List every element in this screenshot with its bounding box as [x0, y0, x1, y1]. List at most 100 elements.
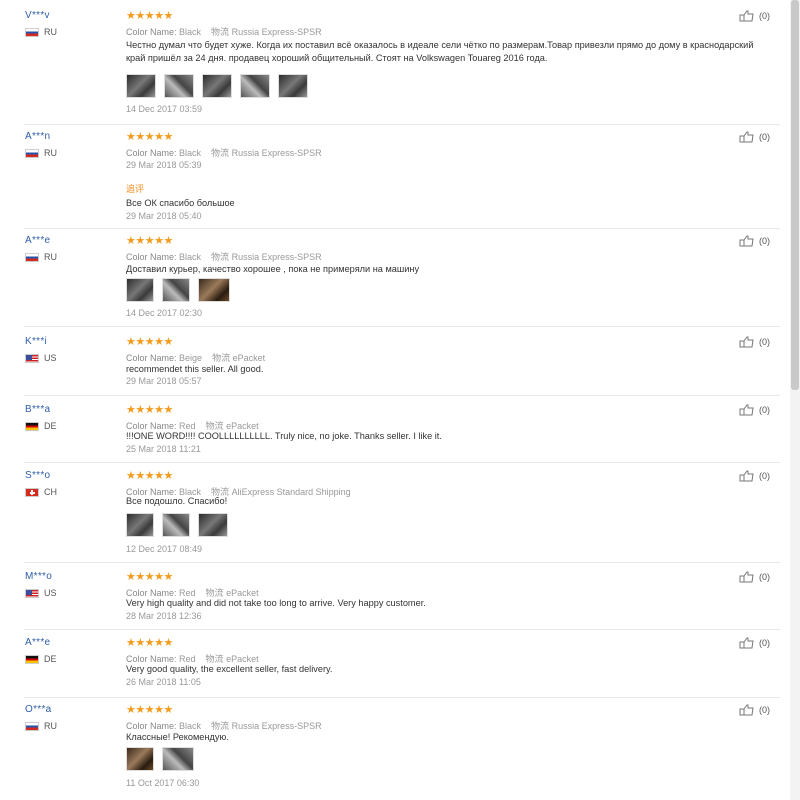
helpful-button[interactable]: (0) — [739, 235, 770, 247]
additional-review-text: Все ОК спасибо большое — [126, 198, 235, 208]
review-text: Классные! Рекомендую. — [126, 732, 229, 742]
reviewer-name: B***a — [25, 404, 51, 415]
star-rating: ★★★★★ — [126, 336, 173, 348]
reviewer-name: S***o — [25, 470, 51, 481]
additional-review-label: 追评 — [126, 184, 145, 194]
review-photo[interactable] — [198, 278, 230, 302]
review-photos — [126, 74, 308, 98]
review-photos — [126, 278, 230, 302]
divider — [24, 462, 780, 463]
review-date: 29 Mar 2018 05:39 — [126, 160, 202, 170]
divider — [24, 395, 780, 396]
helpful-button[interactable]: (0) — [739, 336, 770, 348]
divider — [24, 629, 780, 630]
star-rating: ★★★★★ — [126, 571, 173, 583]
review-date: 26 Mar 2018 11:05 — [126, 677, 201, 687]
review-photo[interactable] — [126, 513, 154, 537]
review-date: 11 Oct 2017 06:30 — [126, 778, 200, 788]
review-photo[interactable] — [162, 747, 194, 771]
flag-icon — [25, 353, 39, 363]
review-text: Very high quality and did not take too l… — [126, 598, 426, 608]
review-photo[interactable] — [198, 513, 228, 537]
helpful-button[interactable]: (0) — [739, 704, 770, 716]
review-item: A***n RU ★★★★★ Color Name: Black 物流 Russi… — [0, 131, 780, 221]
review-item: V***v RU ★★★★★ Color Name: Black 物流 Russi… — [0, 10, 780, 122]
thumbs-up-icon — [739, 571, 754, 583]
reviewer-name: A***n — [25, 131, 51, 142]
reviewer-name: A***e — [25, 637, 51, 648]
flag-icon — [25, 27, 39, 37]
review-item: B***a DE ★★★★★ Color Name: Red 物流 ePacket… — [0, 404, 780, 460]
review-photo[interactable] — [240, 74, 270, 98]
review-date: 28 Mar 2018 12:36 — [126, 611, 202, 621]
review-text: Доставил курьер, качество хорошее , пока… — [126, 264, 420, 274]
order-info: Color Name: Black 物流 Russia Express-SPSR — [126, 148, 322, 158]
review-photo[interactable] — [126, 74, 156, 98]
helpful-button[interactable]: (0) — [739, 571, 770, 583]
review-text: !!!ONE WORD!!!! COOLLLLLLLLLL. Truly nic… — [126, 431, 442, 441]
review-photos — [126, 513, 228, 537]
flag-icon — [25, 252, 39, 262]
review-text: Честно думал что будет хуже. Когда их по… — [126, 40, 754, 63]
review-text: Все подошло. Спасибо! — [126, 496, 228, 506]
star-rating: ★★★★★ — [126, 470, 173, 482]
star-rating: ★★★★★ — [126, 10, 173, 22]
thumbs-up-icon — [739, 470, 754, 482]
additional-review-date: 29 Mar 2018 05:40 — [126, 211, 202, 221]
reviewer-country: CH — [25, 487, 57, 497]
reviewer-country: RU — [25, 148, 57, 158]
star-rating: ★★★★★ — [126, 131, 173, 143]
review-date: 12 Dec 2017 08:49 — [126, 544, 203, 554]
thumbs-up-icon — [739, 404, 754, 416]
review-photo[interactable] — [162, 278, 190, 302]
review-item: O***a RU ★★★★★ Color Name: Black 物流 Russi… — [0, 704, 780, 792]
reviewer-country: RU — [25, 721, 57, 731]
reviewer-country: US — [25, 588, 57, 598]
divider — [24, 562, 780, 563]
review-text: Very good quality, the excellent seller,… — [126, 664, 333, 674]
review-photo[interactable] — [126, 278, 154, 302]
review-item: A***e DE ★★★★★ Color Name: Red 物流 ePacket… — [0, 637, 780, 693]
scrollbar[interactable] — [790, 0, 800, 800]
thumbs-up-icon — [739, 336, 754, 348]
review-date: 14 Dec 2017 03:59 — [126, 104, 203, 114]
reviewer-country: DE — [25, 421, 57, 431]
flag-icon — [25, 654, 39, 664]
reviewer-name: M***o — [25, 571, 53, 582]
order-info: Color Name: Black 物流 Russia Express-SPSR — [126, 252, 322, 262]
divider — [24, 124, 780, 125]
review-item: M***o US ★★★★★ Color Name: Red 物流 ePacket… — [0, 571, 780, 627]
reviewer-country: US — [25, 353, 57, 363]
helpful-button[interactable]: (0) — [739, 470, 770, 482]
flag-icon — [25, 721, 39, 731]
review-photos — [126, 747, 194, 771]
thumbs-up-icon — [739, 637, 754, 649]
review-photo[interactable] — [126, 747, 154, 771]
star-rating: ★★★★★ — [126, 637, 173, 649]
review-photo[interactable] — [202, 74, 232, 98]
reviewer-name: O***a — [25, 704, 52, 715]
reviewer-country: RU — [25, 252, 57, 262]
divider — [24, 697, 780, 698]
order-info: Color Name: Black 物流 Russia Express-SPSR — [126, 27, 322, 37]
review-item: K***i US ★★★★★ Color Name: Beige 物流 ePack… — [0, 336, 780, 392]
reviewer-name: K***i — [25, 336, 48, 347]
review-date: 25 Mar 2018 11:21 — [126, 444, 201, 454]
helpful-button[interactable]: (0) — [739, 404, 770, 416]
thumbs-up-icon — [739, 10, 754, 22]
reviewer-name: A***e — [25, 235, 51, 246]
review-photo[interactable] — [164, 74, 194, 98]
review-photo[interactable] — [162, 513, 190, 537]
helpful-button[interactable]: (0) — [739, 10, 770, 22]
flag-icon — [25, 421, 39, 431]
helpful-button[interactable]: (0) — [739, 637, 770, 649]
reviewer-country: RU — [25, 27, 57, 37]
review-text: recommendet this seller. All good. — [126, 364, 264, 374]
flag-icon — [25, 588, 39, 598]
helpful-button[interactable]: (0) — [739, 131, 770, 143]
flag-icon — [25, 487, 39, 497]
review-photo[interactable] — [278, 74, 308, 98]
scrollbar-thumb[interactable] — [791, 0, 799, 390]
thumbs-up-icon — [739, 235, 754, 247]
thumbs-up-icon — [739, 131, 754, 143]
